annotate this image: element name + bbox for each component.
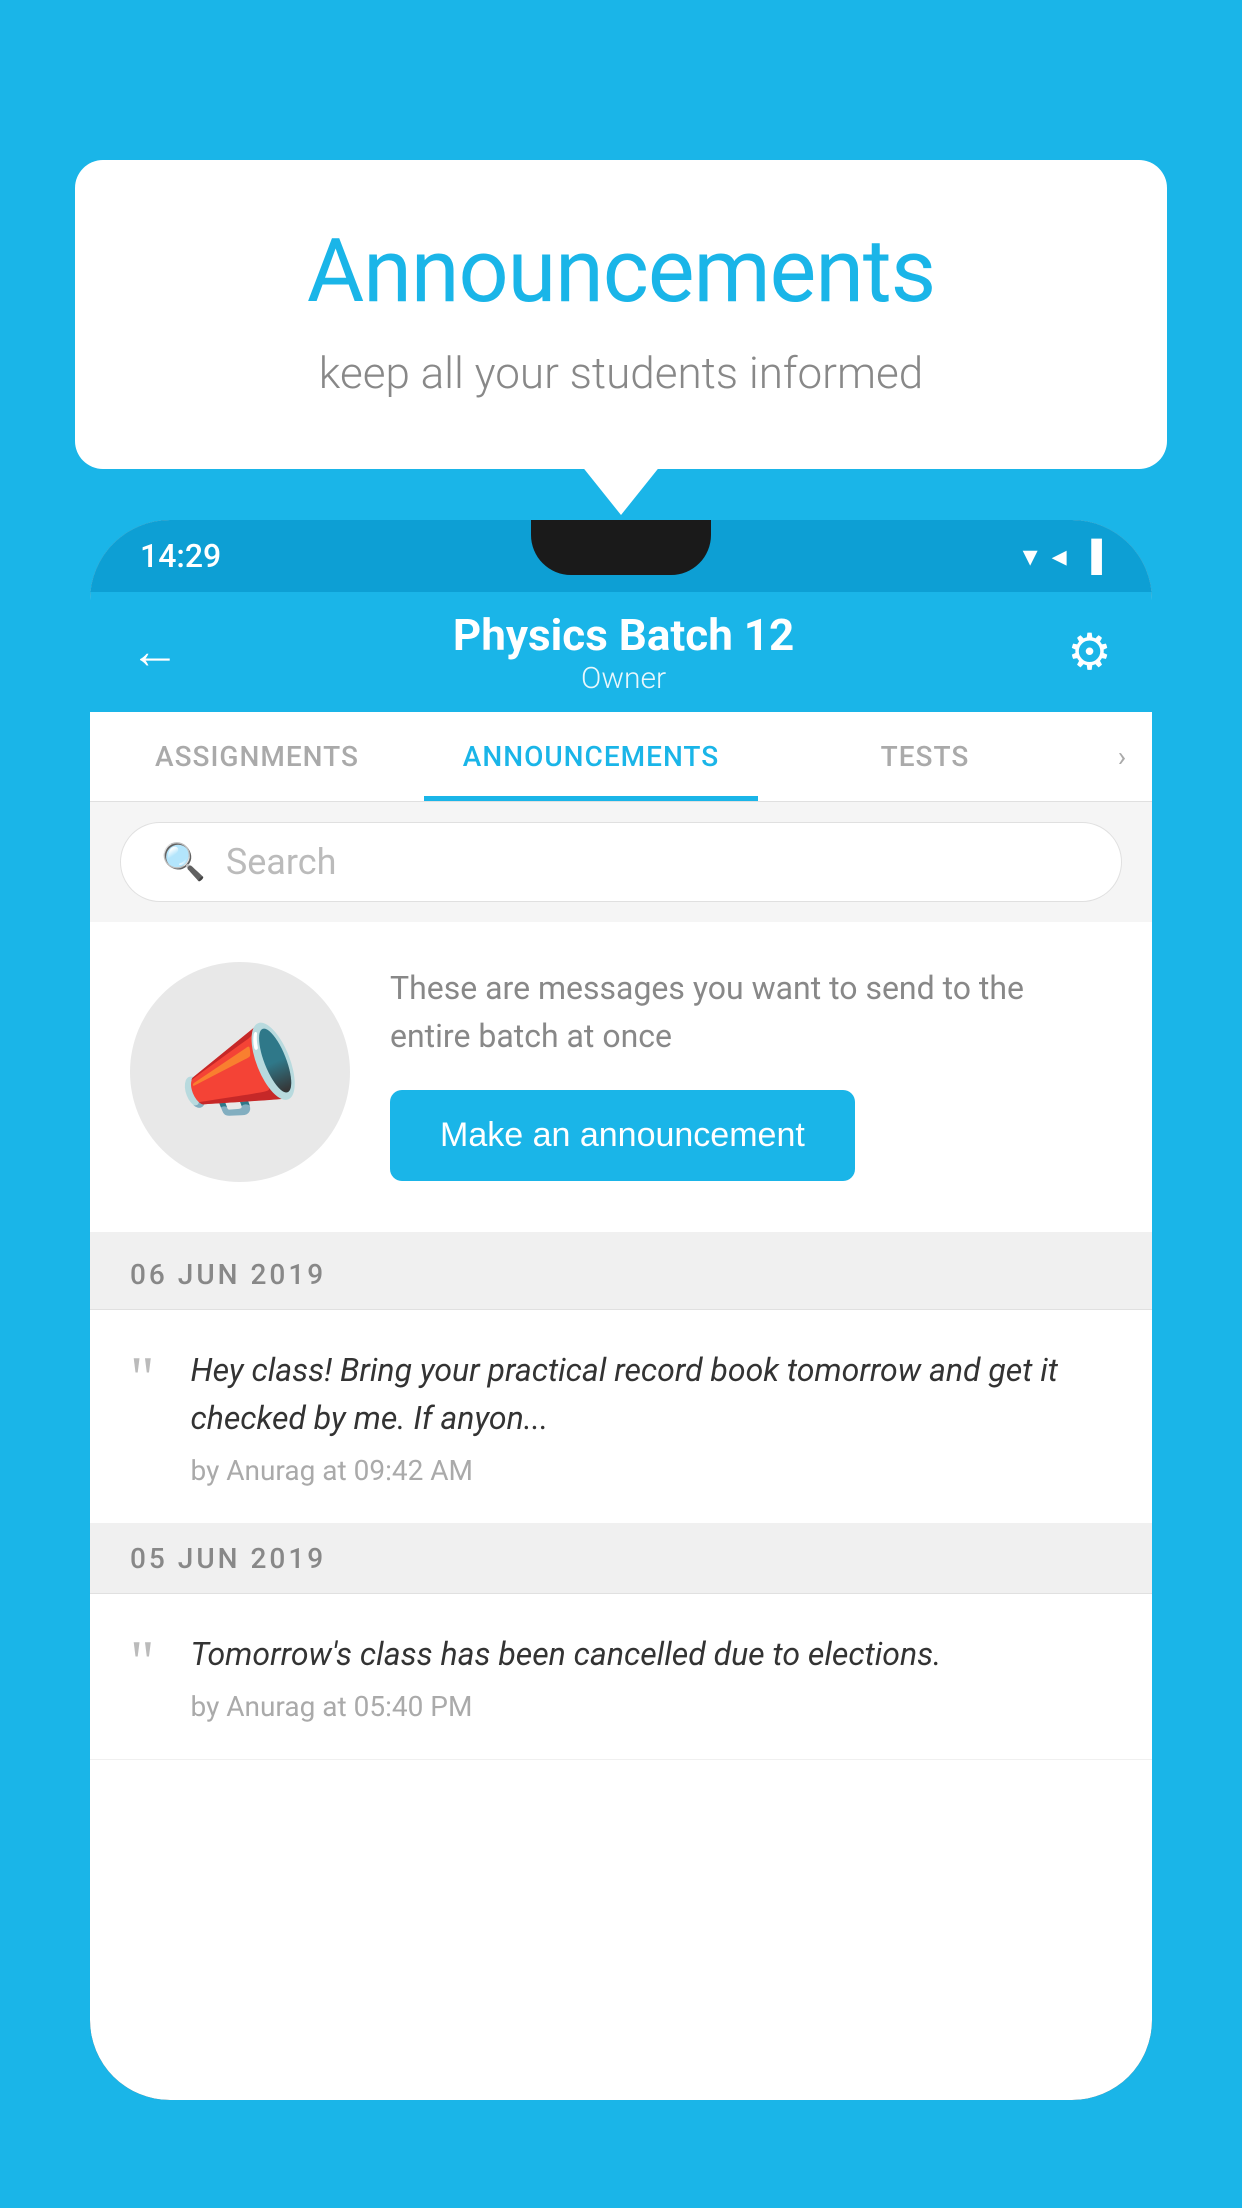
announcement-content-2: Tomorrow's class has been cancelled due … (191, 1630, 1113, 1723)
search-icon: 🔍 (161, 841, 206, 883)
date-label-2: 05 JUN 2019 (130, 1542, 326, 1575)
back-button[interactable]: ← (130, 627, 180, 677)
speech-bubble: Announcements keep all your students inf… (75, 160, 1167, 469)
search-container: 🔍 Search (90, 802, 1152, 922)
announcement-meta-1: by Anurag at 09:42 AM (191, 1454, 1113, 1487)
promo-description: These are messages you want to send to t… (390, 964, 1112, 1060)
announcement-item-2[interactable]: " Tomorrow's class has been cancelled du… (90, 1594, 1152, 1760)
tabs-bar: ASSIGNMENTS ANNOUNCEMENTS TESTS › (90, 712, 1152, 802)
search-bar[interactable]: 🔍 Search (120, 822, 1122, 902)
date-separator-1: 06 JUN 2019 (90, 1240, 1152, 1310)
announcement-item-1[interactable]: " Hey class! Bring your practical record… (90, 1310, 1152, 1524)
bubble-title: Announcements (155, 220, 1087, 323)
date-label-1: 06 JUN 2019 (130, 1258, 326, 1291)
announcement-text-1: Hey class! Bring your practical record b… (191, 1346, 1113, 1442)
signal-icon: ◂ (1052, 539, 1067, 574)
promo-content: These are messages you want to send to t… (390, 964, 1112, 1181)
phone-screen: 14:29 ▾ ◂ ▐ ← Physics Batch 12 Owner ⚙ (90, 520, 1152, 2100)
announcement-text-2: Tomorrow's class has been cancelled due … (191, 1630, 1113, 1678)
promo-icon-circle: 📣 (130, 962, 350, 1182)
announcement-meta-2: by Anurag at 05:40 PM (191, 1690, 1113, 1723)
tab-tests[interactable]: TESTS (758, 712, 1092, 801)
tab-assignments[interactable]: ASSIGNMENTS (90, 712, 424, 801)
status-time: 14:29 (140, 537, 221, 575)
speech-bubble-container: Announcements keep all your students inf… (75, 160, 1167, 469)
date-separator-2: 05 JUN 2019 (90, 1524, 1152, 1594)
tab-announcements[interactable]: ANNOUNCEMENTS (424, 712, 758, 801)
bubble-subtitle: keep all your students informed (155, 347, 1087, 399)
header-subtitle: Owner (453, 661, 794, 696)
status-bar: 14:29 ▾ ◂ ▐ (90, 520, 1152, 592)
promo-section: 📣 These are messages you want to send to… (90, 922, 1152, 1240)
search-placeholder: Search (226, 841, 337, 883)
quote-icon-1: " (130, 1354, 155, 1402)
header-title: Physics Batch 12 (453, 609, 794, 661)
settings-icon[interactable]: ⚙ (1067, 623, 1112, 682)
make-announcement-button[interactable]: Make an announcement (390, 1090, 855, 1181)
notch (531, 520, 711, 575)
announcement-content-1: Hey class! Bring your practical record b… (191, 1346, 1113, 1487)
phone-container: 14:29 ▾ ◂ ▐ ← Physics Batch 12 Owner ⚙ (90, 520, 1152, 2208)
status-icons: ▾ ◂ ▐ (1023, 539, 1102, 574)
tab-more[interactable]: › (1092, 712, 1152, 801)
quote-icon-2: " (130, 1638, 155, 1686)
wifi-icon: ▾ (1023, 539, 1038, 574)
app-header: ← Physics Batch 12 Owner ⚙ (90, 592, 1152, 712)
header-center: Physics Batch 12 Owner (453, 609, 794, 696)
battery-icon: ▐ (1081, 539, 1102, 574)
megaphone-icon: 📣 (178, 1014, 303, 1131)
phone-frame: 14:29 ▾ ◂ ▐ ← Physics Batch 12 Owner ⚙ (90, 520, 1152, 2100)
